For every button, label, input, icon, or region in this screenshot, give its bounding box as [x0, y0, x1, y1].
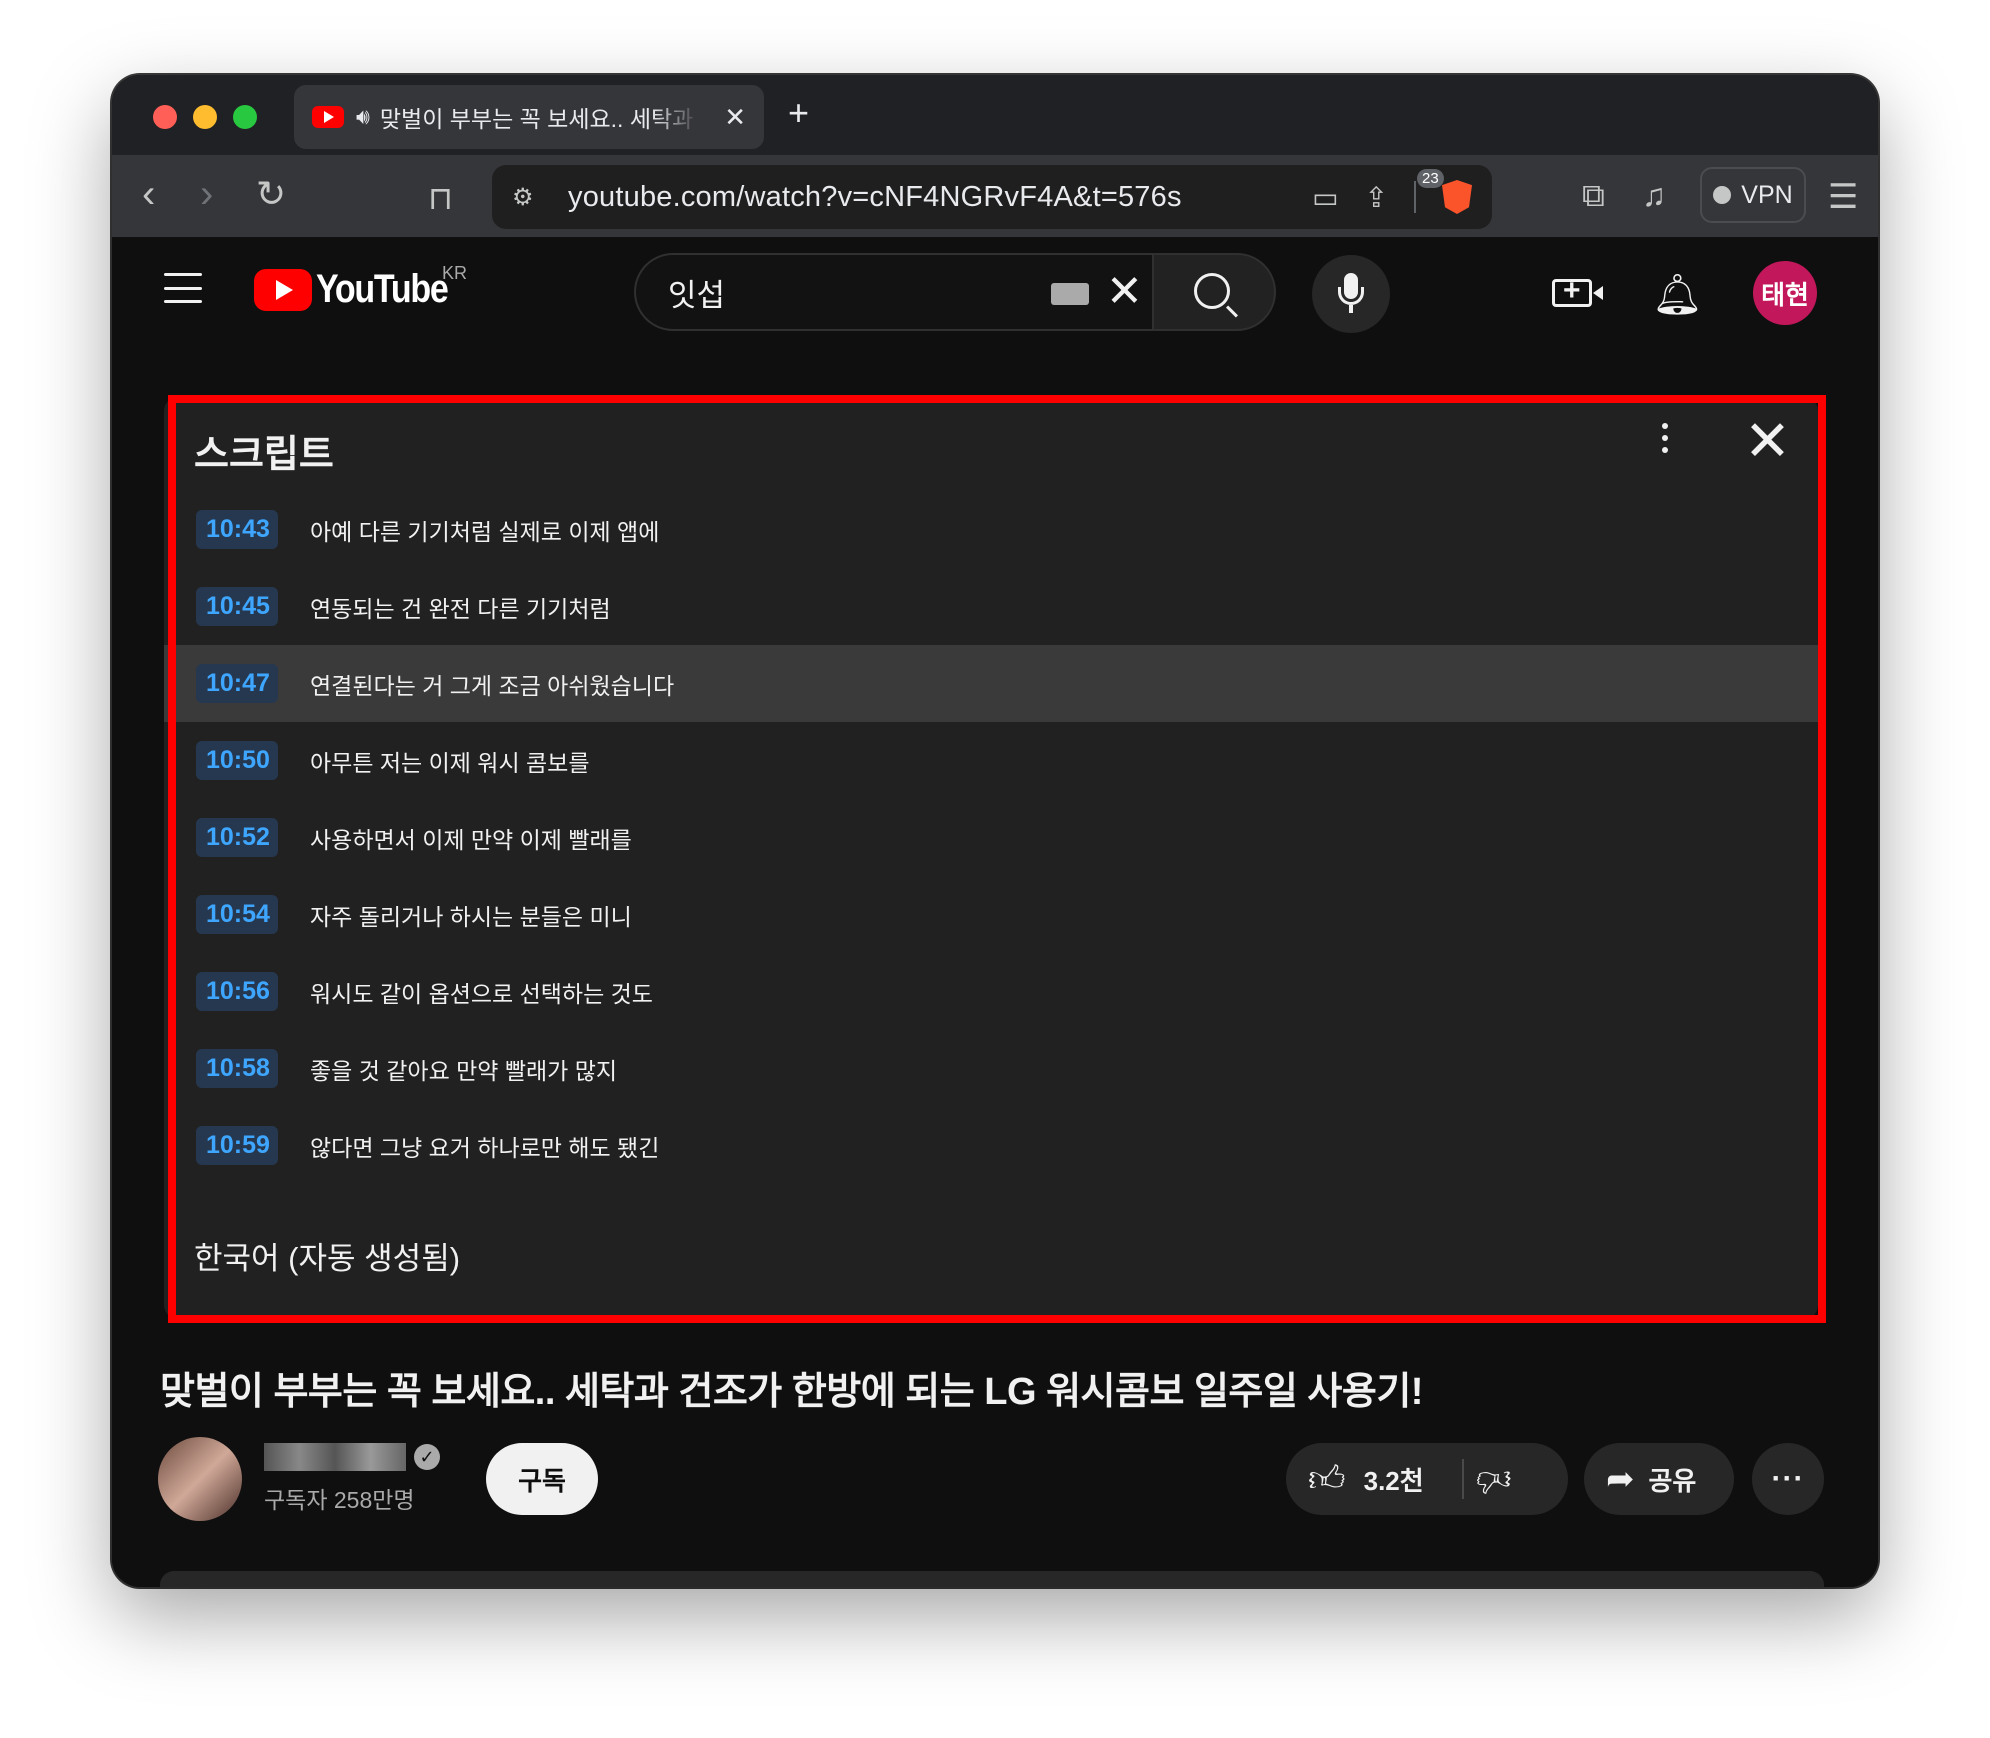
- divider: [1462, 1459, 1464, 1499]
- segment-text: 연동되는 건 완전 다른 기기처럼: [310, 595, 611, 622]
- site-settings-icon[interactable]: ⚙︎: [512, 183, 544, 212]
- shields-count-badge: 23: [1417, 169, 1444, 188]
- region-label: KR: [442, 263, 468, 283]
- media-icon[interactable]: ♫: [1642, 177, 1666, 214]
- youtube-logo[interactable]: YouTube: [254, 267, 471, 312]
- youtube-favicon-icon: [312, 106, 344, 128]
- extensions-icon[interactable]: ⧉: [1582, 177, 1605, 215]
- share-button[interactable]: ➦ 공유: [1584, 1443, 1734, 1515]
- transcript-language-selector[interactable]: 한국어 (자동 생성됨): [194, 1233, 460, 1278]
- segment-timestamp[interactable]: 10:45: [196, 587, 278, 626]
- segment-timestamp[interactable]: 10:50: [196, 741, 278, 780]
- vpn-status-icon: [1713, 186, 1732, 204]
- segment-timestamp[interactable]: 10:52: [196, 818, 278, 857]
- youtube-logo-text: YouTube: [316, 267, 449, 311]
- url-text[interactable]: youtube.com/watch?v=cNF4NGRvF4A&t=576s: [568, 181, 1182, 214]
- tab-strip: 🔊︎ 맞벌이 부부는 꼭 보세요.. 세탁과 건조가 한방에 되는 LG 워시콤…: [112, 75, 1878, 155]
- transcript-segment[interactable]: 10:43 아예 다른 기기처럼 실제로 이제 앱에: [164, 491, 1818, 568]
- transcript-segment[interactable]: 10:45 연동되는 건 완전 다른 기기처럼: [164, 568, 1818, 645]
- address-bar[interactable]: ⚙︎ youtube.com/watch?v=cNF4NGRvF4A&t=576…: [492, 165, 1492, 229]
- transcript-close-icon[interactable]: ✕: [1744, 411, 1791, 471]
- segment-text: 아무튼 저는 이제 워시 콤보를: [310, 749, 590, 776]
- transcript-segment[interactable]: 10:58 좋을 것 같아요 만약 빨래가 많지: [164, 1030, 1818, 1107]
- close-window-button[interactable]: [153, 105, 177, 129]
- voice-search-button[interactable]: [1312, 255, 1390, 333]
- transcript-segment-list: 10:43 아예 다른 기기처럼 실제로 이제 앱에 10:45 연동되는 건 완전 …: [164, 491, 1818, 1184]
- cast-icon[interactable]: ▭: [1312, 181, 1338, 214]
- forward-icon[interactable]: ›: [200, 169, 213, 219]
- transcript-more-icon[interactable]: [1659, 423, 1671, 463]
- verified-badge-icon: ✓: [414, 1444, 440, 1470]
- segment-text: 사용하면서 이제 만약 이제 빨래를: [310, 826, 632, 853]
- segment-text: 않다면 그냥 요거 하나로만 해도 됐긴: [310, 1134, 660, 1161]
- segment-timestamp[interactable]: 10:54: [196, 895, 278, 934]
- youtube-header: YouTube KR 잇섭 ✕ 🔔︎ 태현: [112, 237, 1878, 349]
- back-icon[interactable]: ‹: [142, 169, 155, 219]
- subscribe-button[interactable]: 구독: [486, 1443, 598, 1515]
- share-page-icon[interactable]: ⇪: [1365, 181, 1388, 214]
- transcript-segment[interactable]: 10:59 않다면 그냥 요거 하나로만 해도 됐긴: [164, 1107, 1818, 1184]
- new-tab-button[interactable]: +: [788, 93, 809, 133]
- transcript-segment[interactable]: 10:52 사용하면서 이제 만약 이제 빨래를: [164, 799, 1818, 876]
- create-video-icon[interactable]: [1552, 274, 1603, 308]
- tab-youtube[interactable]: 🔊︎ 맞벌이 부부는 꼭 보세요.. 세탁과 건조가 한방에 되는 LG 워시콤…: [294, 85, 764, 149]
- like-count: 3.2천: [1363, 1465, 1424, 1496]
- youtube-play-icon: [254, 268, 312, 311]
- minimize-window-button[interactable]: [193, 105, 217, 129]
- transcript-segment[interactable]: 10:56 워시도 같이 옵션으로 선택하는 것도: [164, 953, 1818, 1030]
- share-label: 공유: [1648, 1465, 1697, 1496]
- like-dislike-group: 👍︎ 3.2천 👍︎: [1286, 1443, 1568, 1515]
- reload-icon[interactable]: ↻: [256, 169, 286, 219]
- browser-window: 🔊︎ 맞벌이 부부는 꼭 보세요.. 세탁과 건조가 한방에 되는 LG 워시콤…: [112, 75, 1878, 1587]
- more-actions-button[interactable]: ···: [1752, 1443, 1824, 1515]
- zoom-window-button[interactable]: [233, 105, 257, 129]
- share-arrow-icon: ➦: [1606, 1460, 1635, 1498]
- guide-menu-icon[interactable]: [164, 273, 202, 303]
- subscriber-count: 구독자 258만명: [264, 1487, 415, 1513]
- brave-shields-icon[interactable]: [1442, 180, 1472, 214]
- search-query[interactable]: 잇섭: [668, 270, 725, 315]
- watch-page: 스크립트 ✕ 10:43 아예 다른 기기처럼 실제로 이제 앱에 10:45 연동되…: [112, 349, 1878, 1587]
- segment-text: 아예 다른 기기처럼 실제로 이제 앱에: [310, 518, 660, 545]
- account-avatar[interactable]: 태현: [1753, 261, 1817, 325]
- segment-text: 좋을 것 같아요 만약 빨래가 많지: [310, 1057, 618, 1084]
- thumbs-up-icon: 👍︎: [1308, 1458, 1346, 1499]
- tab-title: 맞벌이 부부는 꼭 보세요.. 세탁과 건조가 한방에 되는 LG 워시콤보 일…: [379, 106, 700, 132]
- address-bar-actions: ▭ ⇪: [1312, 180, 1472, 214]
- bookmark-icon[interactable]: ⊓: [428, 173, 453, 223]
- channel-name-pixelated[interactable]: [264, 1443, 406, 1471]
- keyboard-icon[interactable]: [1051, 283, 1089, 305]
- channel-avatar[interactable]: [158, 1437, 242, 1521]
- vpn-label: VPN: [1741, 180, 1793, 209]
- segment-timestamp[interactable]: 10:47: [196, 664, 278, 703]
- segment-text: 연결된다는 거 그게 조금 아쉬웠습니다: [310, 672, 675, 699]
- divider: [1414, 181, 1416, 213]
- thumbs-down-icon[interactable]: 👍︎: [1476, 1459, 1512, 1500]
- transcript-segment[interactable]: 10:50 아무튼 저는 이제 워시 콤보를: [164, 722, 1818, 799]
- vpn-button[interactable]: VPN: [1700, 167, 1806, 223]
- segment-timestamp[interactable]: 10:59: [196, 1126, 278, 1165]
- description-box[interactable]: [160, 1571, 1824, 1587]
- transcript-panel: 스크립트 ✕ 10:43 아예 다른 기기처럼 실제로 이제 앱에 10:45 연동되…: [164, 397, 1818, 1319]
- search-button[interactable]: [1152, 253, 1276, 331]
- search-icon: [1194, 273, 1230, 309]
- notifications-bell-icon[interactable]: 🔔︎: [1652, 271, 1703, 318]
- transcript-segment[interactable]: 10:47 연결된다는 거 그게 조금 아쉬웠습니다: [164, 645, 1818, 722]
- speaker-icon[interactable]: 🔊︎: [356, 104, 370, 130]
- clear-search-icon[interactable]: ✕: [1106, 265, 1143, 319]
- transcript-title: 스크립트: [194, 434, 334, 476]
- segment-timestamp[interactable]: 10:43: [196, 510, 278, 549]
- segment-timestamp[interactable]: 10:56: [196, 972, 278, 1011]
- segment-text: 자주 돌리거나 하시는 분들은 미니: [310, 903, 632, 930]
- segment-text: 워시도 같이 옵션으로 선택하는 것도: [310, 980, 653, 1007]
- search-input[interactable]: 잇섭 ✕: [634, 253, 1152, 331]
- tab-close-icon[interactable]: ✕: [724, 102, 746, 133]
- video-title: 맞벌이 부부는 꼭 보세요.. 세탁과 건조가 한방에 되는 LG 워시콤보 일…: [160, 1371, 1423, 1413]
- transcript-segment[interactable]: 10:54 자주 돌리거나 하시는 분들은 미니: [164, 876, 1818, 953]
- like-button[interactable]: 👍︎ 3.2천: [1286, 1443, 1462, 1515]
- browser-toolbar: ‹ › ↻ ⊓ ⚙︎ youtube.com/watch?v=cNF4NGRvF…: [112, 155, 1878, 237]
- segment-timestamp[interactable]: 10:58: [196, 1049, 278, 1088]
- browser-menu-icon[interactable]: ☰: [1828, 177, 1858, 217]
